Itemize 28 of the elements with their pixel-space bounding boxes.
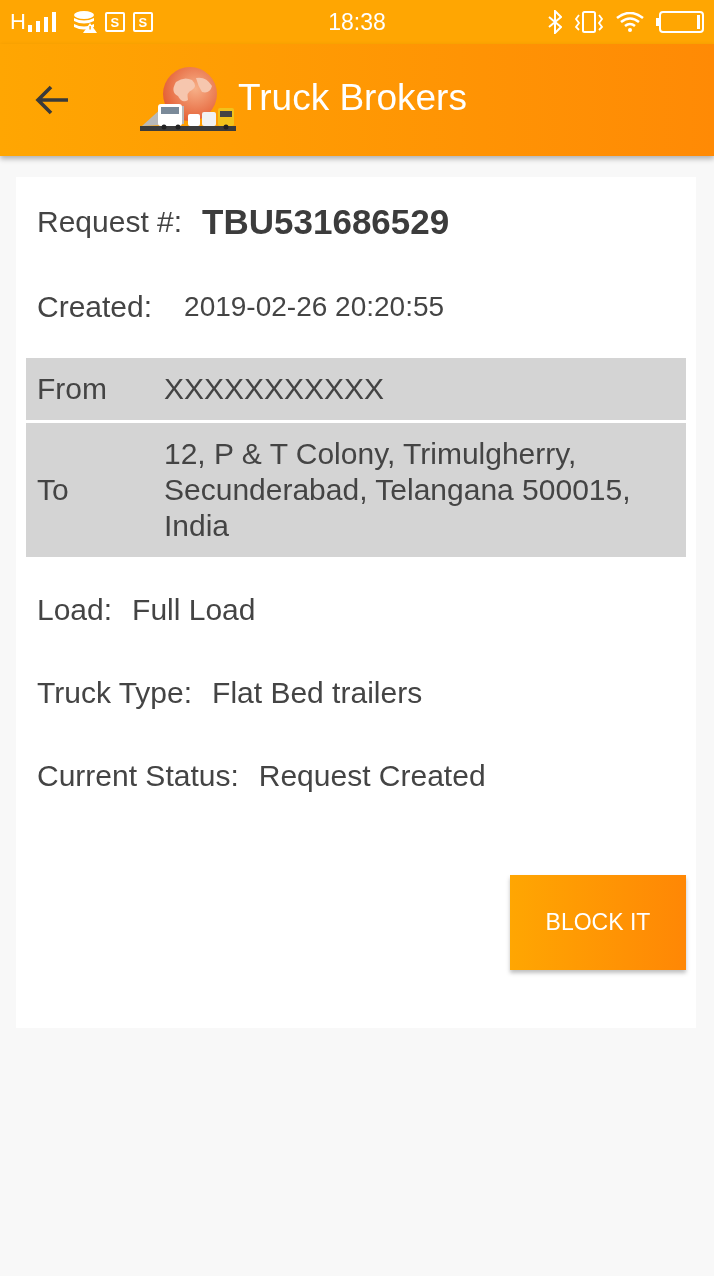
detail-label: Load:: [37, 592, 113, 628]
network-type: H: [10, 11, 26, 33]
app-notification-icon: S: [104, 12, 125, 32]
created-timestamp: 2019-02-26 20:20:55: [184, 290, 445, 324]
app-notification-icon: S: [132, 12, 153, 32]
detail-value: Flat Bed trailers: [212, 675, 423, 711]
block-button[interactable]: BLOCK IT: [510, 875, 686, 970]
route-label: From: [37, 371, 108, 407]
bluetooth-icon: [548, 10, 562, 34]
route-address: XXXXXXXXXXX: [164, 371, 385, 407]
created-label: Created:: [37, 289, 153, 325]
route-label: To: [37, 472, 70, 508]
wifi-icon: [616, 12, 644, 32]
app-title: Truck Brokers: [238, 76, 467, 120]
globe-trucks-logo-icon: [140, 66, 236, 134]
database-warning-icon: [73, 11, 97, 33]
back-arrow-icon: [35, 85, 69, 115]
detail-value: Full Load: [132, 592, 256, 628]
battery-icon: [656, 11, 704, 33]
detail-label: Current Status:: [37, 758, 239, 794]
detail-value: Request Created: [258, 758, 486, 794]
clock-time: 18:38: [328, 9, 386, 35]
request-label: Request #:: [37, 204, 183, 240]
detail-label: Truck Type:: [37, 675, 193, 711]
signal-icon: [27, 12, 56, 32]
vibrate-icon: [574, 11, 604, 33]
route-address: 12, P & T Colony, Trimulgherry, Secunderabad, Telangana 500015, India: [164, 436, 632, 544]
request-number: TBU531686529: [202, 202, 450, 242]
